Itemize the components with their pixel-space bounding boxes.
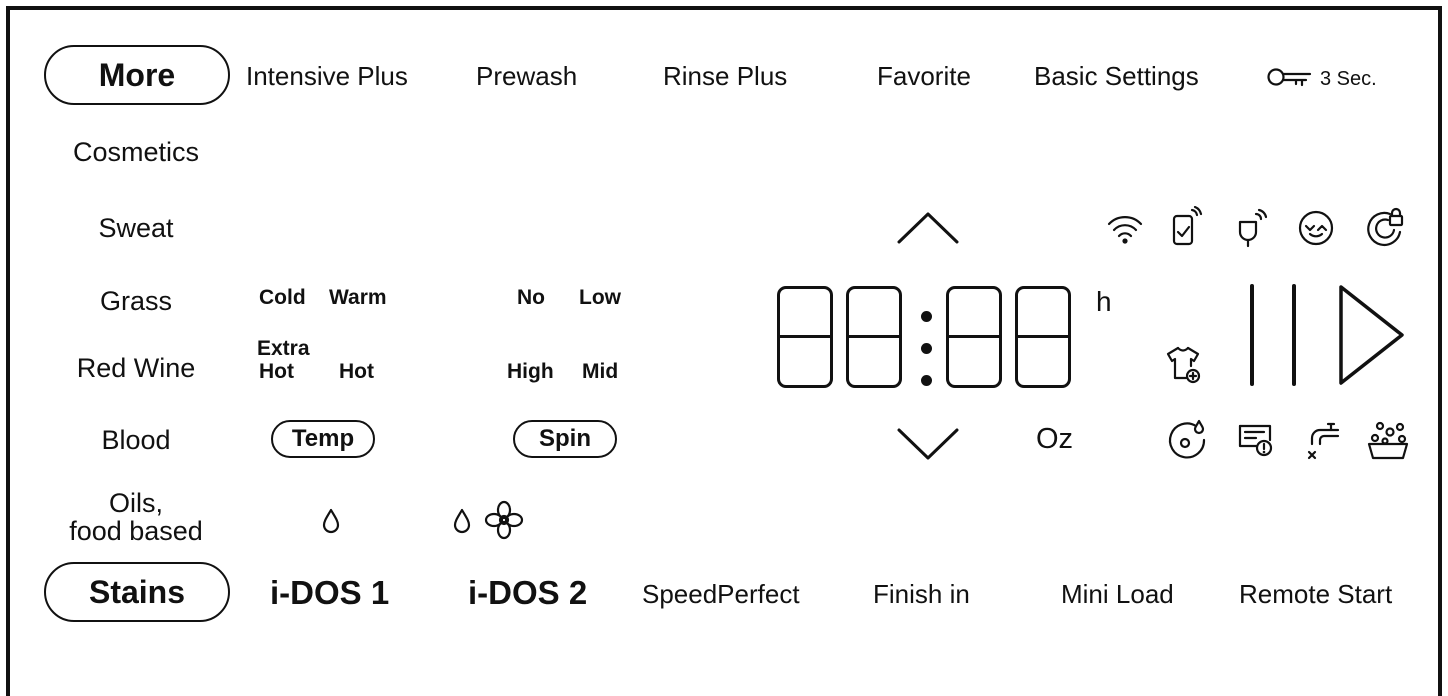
chevron-down-icon[interactable]: [896, 426, 960, 462]
dispenser-warning-icon: [1238, 424, 1273, 457]
stain-cosmetics[interactable]: Cosmetics: [36, 139, 236, 166]
foam-basin-icon: [1367, 421, 1409, 460]
spin-low: Low: [579, 286, 621, 309]
child-lock-icon: [1367, 207, 1404, 247]
temp-extra-hot-line2: Hot: [259, 360, 294, 383]
drum-clean-icon: [1298, 210, 1334, 246]
flower-icon: [484, 500, 524, 540]
stain-grass[interactable]: Grass: [36, 288, 236, 315]
plug-signal-icon: [1238, 208, 1268, 248]
more-button[interactable]: More: [44, 45, 230, 105]
spin-mid: Mid: [582, 360, 619, 383]
prewash-option[interactable]: Prewash: [476, 63, 577, 89]
display-digit: [946, 286, 1002, 388]
idos2-button[interactable]: i-DOS 2: [468, 576, 587, 609]
temp-extra-hot-line1: Extra: [257, 337, 310, 360]
favorite-option[interactable]: Favorite: [877, 63, 971, 89]
play-icon[interactable]: [1338, 284, 1406, 386]
intensive-plus-option[interactable]: Intensive Plus: [246, 63, 408, 89]
mini-load-option[interactable]: Mini Load: [1061, 581, 1174, 607]
temp-warm: Warm: [329, 286, 387, 309]
droplet-icon: [453, 508, 471, 534]
lock-hint-text: 3 Sec.: [1320, 68, 1377, 90]
display-colon: [921, 375, 932, 386]
basic-settings-option[interactable]: Basic Settings: [1034, 63, 1199, 89]
chevron-up-icon[interactable]: [896, 210, 960, 246]
stain-oils-line2[interactable]: food based: [36, 518, 236, 545]
pause-icon[interactable]: [1246, 284, 1302, 386]
spin-button[interactable]: Spin: [513, 420, 617, 458]
water-tap-icon: [1307, 422, 1340, 460]
display-digit: [846, 286, 902, 388]
idos1-button[interactable]: i-DOS 1: [270, 576, 389, 609]
add-laundry-icon: [1166, 346, 1201, 384]
speed-perfect-option[interactable]: SpeedPerfect: [642, 581, 800, 607]
display-digit: [777, 286, 833, 388]
weight-unit: Oz: [1036, 423, 1074, 455]
key-icon: [1267, 68, 1312, 87]
spin-high: High: [507, 360, 554, 383]
display-colon: [921, 311, 932, 322]
spin-no: No: [517, 286, 545, 309]
phone-check-icon: [1172, 206, 1203, 246]
droplet-icon: [322, 508, 340, 534]
temp-hot: Hot: [339, 360, 374, 383]
stain-red-wine[interactable]: Red Wine: [36, 355, 236, 382]
finish-in-option[interactable]: Finish in: [873, 581, 970, 607]
hours-unit: h: [1096, 286, 1112, 317]
display-digit: [1015, 286, 1071, 388]
wifi-icon: [1107, 216, 1143, 244]
temp-button[interactable]: Temp: [271, 420, 375, 458]
remote-start-option[interactable]: Remote Start: [1239, 581, 1392, 607]
stain-blood[interactable]: Blood: [36, 427, 236, 454]
temp-cold: Cold: [259, 286, 306, 309]
stain-sweat[interactable]: Sweat: [36, 215, 236, 242]
display-colon: [921, 343, 932, 354]
stain-oils-line1[interactable]: Oils,: [36, 490, 236, 517]
rinse-plus-option[interactable]: Rinse Plus: [663, 63, 787, 89]
stains-button[interactable]: Stains: [44, 562, 230, 622]
detergent-dose-icon: [1168, 419, 1206, 459]
